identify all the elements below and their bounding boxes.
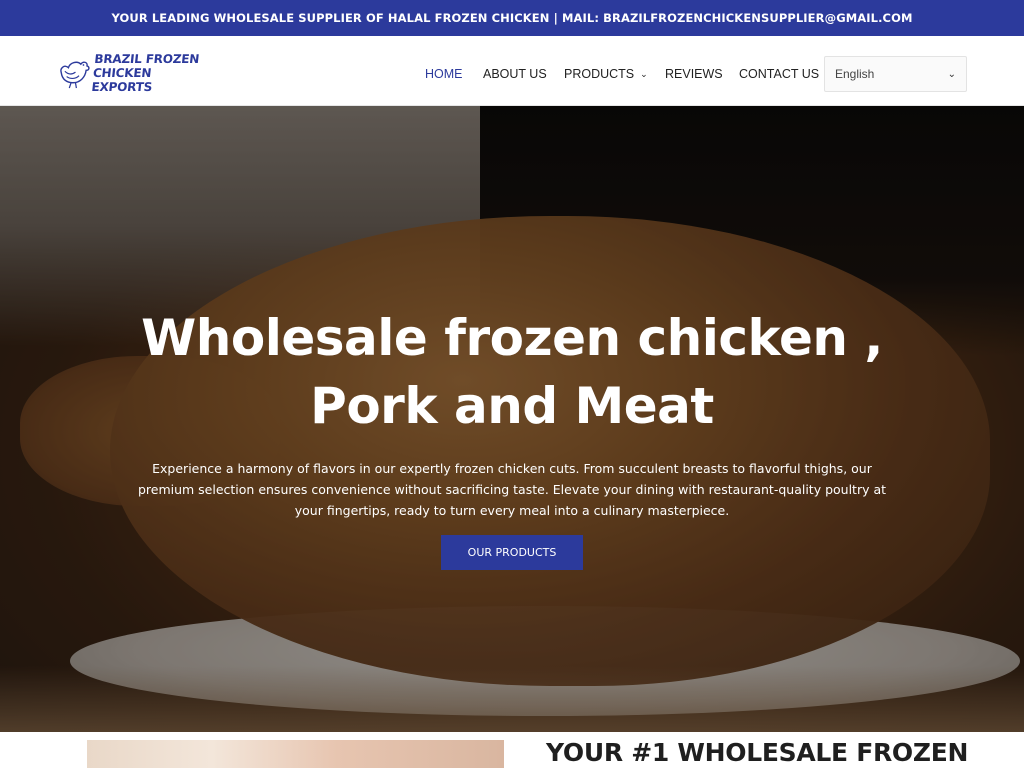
nav-item-about-us[interactable]: ABOUT US: [483, 67, 547, 81]
site-header: BRAZIL FROZEN CHICKEN EXPORTS HOME ABOUT…: [0, 36, 1024, 106]
nav-item-home[interactable]: HOME: [425, 67, 463, 81]
site-logo[interactable]: BRAZIL FROZEN CHICKEN EXPORTS: [56, 52, 210, 94]
top-announcement-bar: YOUR LEADING WHOLESALE SUPPLIER OF HALAL…: [0, 0, 1024, 36]
language-select[interactable]: English ⌄: [824, 56, 967, 92]
nav-item-contact-us[interactable]: CONTACT US: [739, 67, 819, 81]
logo-wordmark: BRAZIL FROZEN CHICKEN EXPORTS: [91, 52, 210, 94]
chicken-icon: [60, 61, 90, 89]
intro-section-image: [87, 740, 504, 768]
nav-item-products-label: PRODUCTS: [564, 67, 635, 81]
hero-title-line-1: Wholesale frozen chicken ,: [141, 309, 883, 367]
announcement-text: YOUR LEADING WHOLESALE SUPPLIER OF HALAL…: [111, 11, 913, 25]
language-select-value: English: [835, 67, 875, 81]
our-products-button[interactable]: OUR PRODUCTS: [441, 535, 583, 570]
logo-line-1: BRAZIL FROZEN: [94, 52, 201, 66]
hero-title-line-2: Pork and Meat: [310, 377, 714, 435]
hero-banner: Wholesale frozen chicken , Pork and Meat…: [0, 106, 1024, 732]
intro-section-heading: YOUR #1 WHOLESALE FROZEN: [546, 738, 969, 767]
chevron-down-icon: ⌄: [640, 69, 648, 79]
nav-item-products[interactable]: PRODUCTS ⌄: [564, 67, 648, 81]
nav-item-reviews[interactable]: REVIEWS: [665, 67, 723, 81]
logo-line-2: CHICKEN EXPORTS: [91, 66, 154, 94]
chevron-down-icon: ⌄: [947, 68, 956, 80]
intro-section: YOUR #1 WHOLESALE FROZEN: [0, 732, 1024, 768]
hero-description: Experience a harmony of flavors in our e…: [137, 461, 887, 518]
hero-title: Wholesale frozen chicken , Pork and Meat: [0, 304, 1024, 440]
